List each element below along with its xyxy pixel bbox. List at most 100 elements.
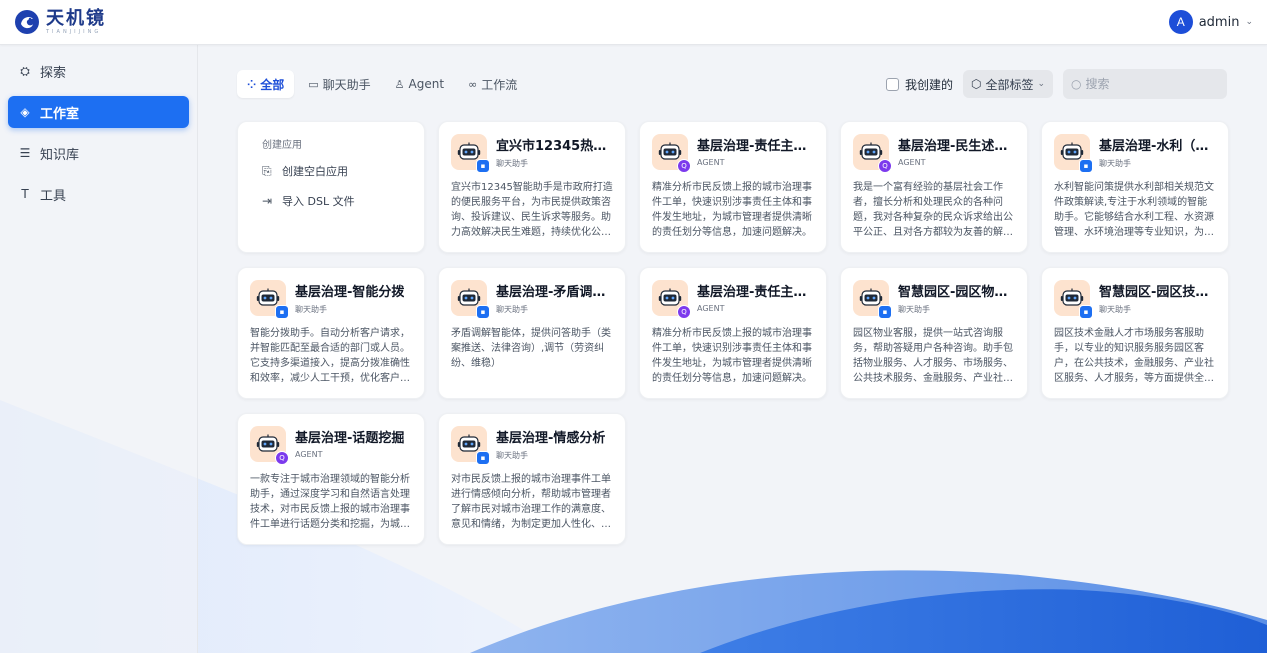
app-type: 聊天助手 [295, 305, 327, 314]
app-type-tabs: ⁘ 全部 ▭ 聊天助手 ♙ Agent ∞ 工作流 [237, 70, 527, 98]
app-description: 水利智能问策提供水利部相关规范文件政策解读,专注于水利领域的智能助手。它能够结合… [1054, 182, 1214, 238]
my-created-checkbox[interactable] [885, 77, 899, 91]
app-card-header: ▪ 基层治理-水利（智能问策） 聊天助手 [1054, 134, 1216, 173]
chat-badge-icon: ▪ [275, 305, 289, 319]
app-icon: ▪ [451, 426, 490, 465]
app-description: 精准分析市民反馈上报的城市治理事件工单，快速识别涉事责任主体和事件发生地址，为城… [652, 328, 812, 384]
create-blank-app-button[interactable]: ⎘ 创建空白应用 [262, 163, 400, 179]
app-type: 聊天助手 [496, 159, 528, 168]
robot-icon [859, 142, 883, 160]
tab-workflow[interactable]: ∞ 工作流 [458, 70, 527, 98]
chat-icon: ▭ [308, 77, 319, 91]
main-content: ⁘ 全部 ▭ 聊天助手 ♙ Agent ∞ 工作流 我创建的 ⬡ 全部标签 ⌄ … [198, 45, 1267, 653]
agent-badge-icon: Q [275, 451, 289, 465]
app-type: AGENT [697, 158, 725, 167]
chevron-down-icon: ⌄ [1037, 79, 1045, 89]
sidebar-item-label: 工具 [40, 188, 67, 204]
tab-all[interactable]: ⁘ 全部 [237, 70, 295, 98]
search-icon: ○ [1071, 77, 1082, 91]
app-type: 聊天助手 [898, 305, 930, 314]
app-name: 基层治理-水利（智能问策） [1099, 139, 1216, 154]
chat-badge-icon: ▪ [476, 305, 490, 319]
robot-icon [256, 434, 280, 452]
import-dsl-label: 导入 DSL 文件 [282, 195, 355, 208]
sidebar-item-knowledge[interactable]: ☰ 知识库 [8, 137, 189, 169]
user-menu[interactable]: A admin ⌄ [1168, 10, 1253, 34]
studio-icon: ◈ [20, 105, 30, 119]
tab-label: 聊天助手 [322, 77, 371, 92]
app-card[interactable]: ▪ 基层治理-智能分拨 聊天助手 智能分拨助手。自动分析客户请求，并智能匹配至最… [237, 267, 425, 399]
app-card-header: Q 基层治理-民生述求分析 AGENT [853, 134, 1015, 173]
app-card[interactable]: Q 基层治理-责任主体识别 AGENT 精准分析市民反馈上报的城市治理事件工单，… [639, 267, 827, 399]
app-icon: Q [652, 134, 691, 173]
chat-badge-icon: ▪ [476, 159, 490, 173]
app-icon: ▪ [1054, 280, 1093, 319]
sidebar-item-studio[interactable]: ◈ 工作室 [8, 96, 189, 128]
sidebar: ⛭ 探索 ◈ 工作室 ☰ 知识库 T 工具 [0, 45, 198, 653]
import-icon: ⇥ [262, 194, 273, 208]
tab-chat-assistant[interactable]: ▭ 聊天助手 [298, 70, 380, 98]
app-name: 智慧园区-园区物业服务 [898, 285, 1015, 300]
app-type: 聊天助手 [496, 305, 528, 314]
app-name: 基层治理-情感分析 [496, 431, 606, 446]
app-name: 基层治理-责任主体识别 [697, 285, 814, 300]
tag-select[interactable]: ⬡ 全部标签 ⌄ [962, 70, 1053, 98]
user-name: admin [1198, 14, 1240, 30]
app-card[interactable]: Q 基层治理-民生述求分析 AGENT 我是一个富有经验的基层社会工作者，擅长分… [840, 121, 1028, 253]
robot-icon [658, 142, 682, 160]
app-card[interactable]: ▪ 基层治理-情感分析 聊天助手 对市民反馈上报的城市治理事件工单进行情感倾向分… [438, 413, 626, 545]
app-card[interactable]: Q 基层治理-责任主体识别 AGENT 精准分析市民反馈上报的城市治理事件工单，… [639, 121, 827, 253]
app-card-header: ▪ 基层治理-情感分析 聊天助手 [451, 426, 613, 465]
app-card[interactable]: ▪ 基层治理-水利（智能问策） 聊天助手 水利智能问策提供水利部相关规范文件政策… [1041, 121, 1229, 253]
app-card[interactable]: Q 基层治理-话题挖掘 AGENT 一款专注于城市治理领域的智能分析助手，通过深… [237, 413, 425, 545]
app-card-header: Q 基层治理-责任主体识别 AGENT [652, 280, 814, 319]
create-app-title: 创建应用 [262, 140, 302, 151]
app-description: 精准分析市民反馈上报的城市治理事件工单，快速识别涉事责任主体和事件发生地址，为城… [652, 182, 812, 238]
tag-icon: ⬡ [970, 77, 982, 91]
app-name: 基层治理-智能分拨 [295, 285, 405, 300]
app-name: 基层治理-民生述求分析 [898, 139, 1015, 154]
app-card-header: ▪ 基层治理-智能分拨 聊天助手 [250, 280, 412, 319]
app-description: 宜兴市12345智能助手是市政府打造的便民服务平台，为市民提供政策咨询、投诉建议… [451, 182, 613, 238]
app-card[interactable]: ▪ 智慧园区-园区物业服务 聊天助手 园区物业客服，提供一站式咨询服务，帮助答疑… [840, 267, 1028, 399]
sidebar-item-explore[interactable]: ⛭ 探索 [8, 55, 189, 87]
app-icon: ▪ [451, 134, 490, 173]
app-icon: ▪ [1054, 134, 1093, 173]
app-card-header: ▪ 智慧园区-园区物业服务 聊天助手 [853, 280, 1015, 319]
sidebar-item-label: 知识库 [40, 147, 80, 163]
app-name: 宜兴市12345热线助手 [496, 139, 613, 154]
app-card[interactable]: ▪ 宜兴市12345热线助手 聊天助手 宜兴市12345智能助手是市政府打造的便… [438, 121, 626, 253]
app-type: 聊天助手 [496, 451, 528, 460]
avatar: A [1168, 10, 1193, 34]
search-input[interactable] [1085, 77, 1216, 91]
app-card[interactable]: ▪ 智慧园区-园区技术服务 聊天助手 园区技术金融人才市场服务客服助手，以专业的… [1041, 267, 1229, 399]
sidebar-item-label: 探索 [40, 65, 67, 81]
app-description: 一款专注于城市治理领域的智能分析助手，通过深度学习和自然语言处理技术，对市民反馈… [250, 474, 410, 530]
app-description: 园区技术金融人才市场服务客服助手，以专业的知识服务服务园区客户，在公共技术，金融… [1054, 328, 1214, 384]
app-type: AGENT [697, 304, 725, 313]
app-card[interactable]: ▪ 基层治理-矛盾调解助手 聊天助手 矛盾调解智能体，提供问答助手（类案推送、法… [438, 267, 626, 399]
create-app-card: 创建应用 ⎘ 创建空白应用 ⇥ 导入 DSL 文件 [237, 121, 425, 253]
logo-dragon-icon [15, 10, 39, 34]
sidebar-item-tools[interactable]: T 工具 [8, 178, 189, 210]
create-blank-label: 创建空白应用 [282, 165, 348, 178]
app-name: 基层治理-矛盾调解助手 [496, 285, 613, 300]
chat-badge-icon: ▪ [878, 305, 892, 319]
tag-select-label: 全部标签 [985, 77, 1034, 92]
tab-agent[interactable]: ♙ Agent [385, 70, 454, 98]
robot-icon [658, 288, 682, 306]
app-card-header: ▪ 宜兴市12345热线助手 聊天助手 [451, 134, 613, 173]
agent-badge-icon: Q [677, 159, 691, 173]
app-name: 智慧园区-园区技术服务 [1099, 285, 1216, 300]
app-description: 智能分拨助手。自动分析客户请求，并智能匹配至最合适的部门或人员。它支持多渠道接入… [250, 328, 410, 384]
app-type: 聊天助手 [1099, 159, 1131, 168]
agent-badge-icon: Q [878, 159, 892, 173]
brand-logo[interactable]: 天机镜 TIANJIJING [14, 9, 106, 35]
my-created-filter[interactable]: 我创建的 [885, 76, 953, 93]
agent-badge-icon: Q [677, 305, 691, 319]
search-box[interactable]: ○ [1063, 69, 1227, 99]
tools-icon: T [21, 187, 29, 201]
import-dsl-button[interactable]: ⇥ 导入 DSL 文件 [262, 193, 400, 209]
app-card-header: Q 基层治理-话题挖掘 AGENT [250, 426, 412, 465]
app-description: 对市民反馈上报的城市治理事件工单进行情感倾向分析，帮助城市管理者了解市民对城市治… [451, 474, 611, 530]
